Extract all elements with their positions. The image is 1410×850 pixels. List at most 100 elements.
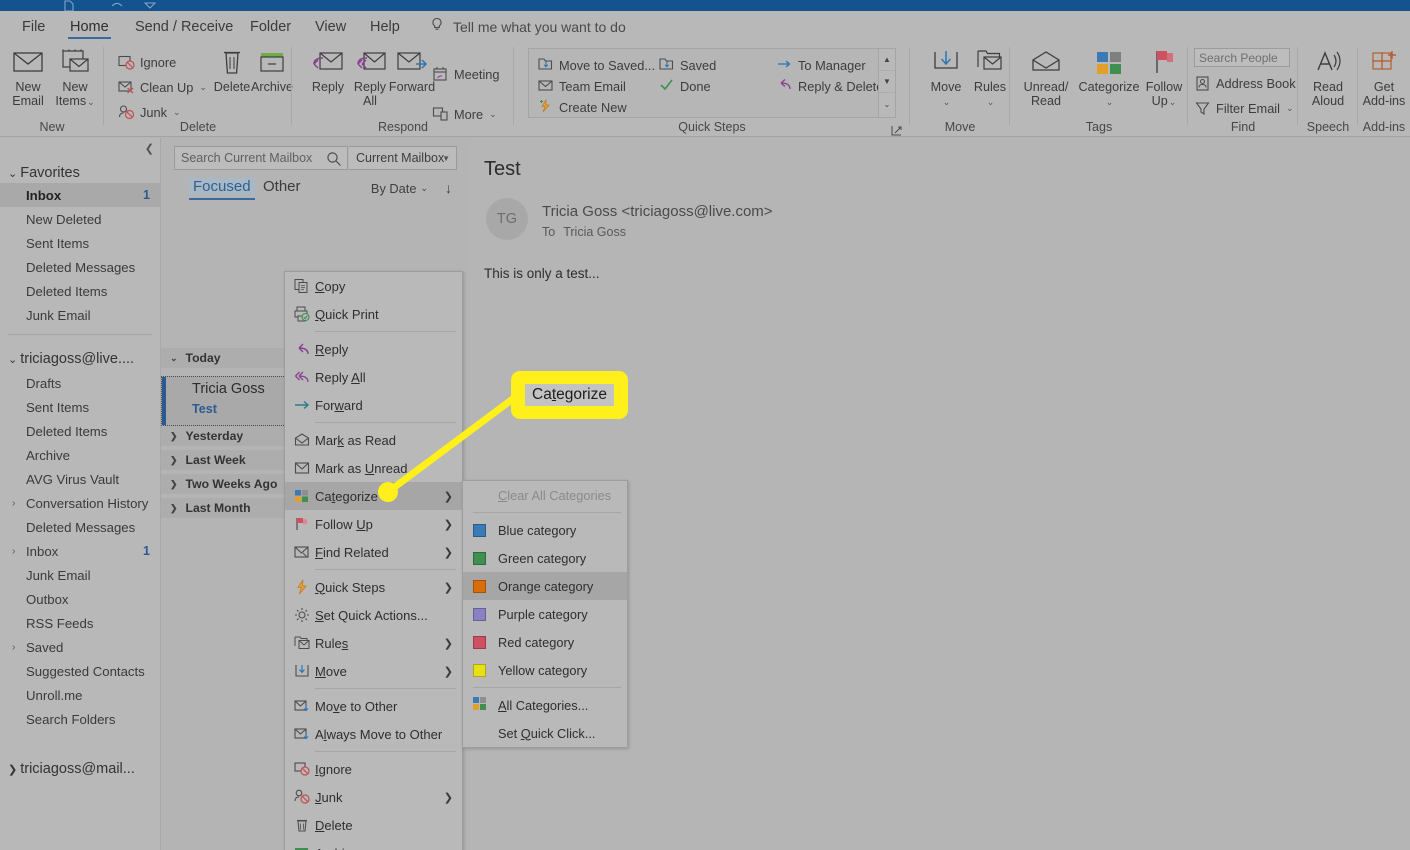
sort-direction-icon[interactable]: ↓ — [445, 180, 452, 196]
qs-to-manager[interactable]: To Manager — [777, 57, 866, 74]
menu-item-mark-as-unread[interactable]: Mark as Unread — [285, 454, 462, 482]
clean-up-button[interactable]: Clean Up ⌄ — [118, 77, 207, 97]
address-book-button[interactable]: Address Book — [1194, 73, 1296, 93]
sidebar-item-rss-feeds[interactable]: RSS Feeds — [0, 611, 160, 635]
search-people-input[interactable]: Search People — [1194, 48, 1290, 67]
get-addins-button[interactable]: Get Add-ins — [1356, 46, 1410, 108]
chevron-right-icon[interactable]: ❯ — [170, 431, 178, 442]
menu-item-forward[interactable]: Forward — [285, 391, 462, 419]
menu-item-rules[interactable]: Rules ❯ — [285, 629, 462, 657]
sidebar-item-unroll-me[interactable]: Unroll.me — [0, 683, 160, 707]
tab-help[interactable]: Help — [360, 11, 410, 42]
account2-header[interactable]: ❯ triciagoss@mail... — [8, 761, 135, 777]
qs-team-email[interactable]: Team Email — [538, 78, 626, 95]
tab-send-receive[interactable]: Send / Receive — [125, 11, 243, 42]
scroll-more-icon[interactable]: ⌄ — [879, 93, 895, 115]
collapse-pane-icon[interactable]: ❮ — [145, 142, 154, 155]
categorize-ribbon-button[interactable]: Categorize ⌄ — [1076, 46, 1142, 109]
sidebar-item-sent-items[interactable]: Sent Items — [0, 395, 160, 419]
chevron-right-icon[interactable]: › — [12, 546, 15, 557]
sidebar-item-saved[interactable]: › Saved — [0, 635, 160, 659]
menu-item-follow-up[interactable]: Follow Up ❯ — [285, 510, 462, 538]
sidebar-item-avg-virus-vault[interactable]: AVG Virus Vault — [0, 467, 160, 491]
sidebar-item-deleted-messages[interactable]: Deleted Messages — [0, 515, 160, 539]
scroll-up-icon[interactable]: ▲ — [879, 49, 895, 71]
submenu-item-purple-category[interactable]: Purple category — [463, 600, 627, 628]
ignore-button[interactable]: Ignore — [118, 52, 176, 72]
quick-steps-scrollbar[interactable]: ▲ ▼ ⌄ — [878, 49, 895, 117]
menu-item-set-quick-actions[interactable]: Set Quick Actions... — [285, 601, 462, 629]
sidebar-item-inbox-fav[interactable]: Inbox 1 — [0, 183, 160, 207]
menu-item-quick-steps[interactable]: Quick Steps ❯ — [285, 573, 462, 601]
search-icon[interactable] — [326, 151, 342, 170]
submenu-item-red-category[interactable]: Red category — [463, 628, 627, 656]
search-scope-dropdown[interactable]: Current Mailbox ▼ — [349, 146, 457, 170]
qs-saved[interactable]: Saved — [659, 57, 716, 74]
menu-item-move-to-other[interactable]: Move to Other — [285, 692, 462, 720]
sidebar-item-junk-email[interactable]: Junk Email — [0, 563, 160, 587]
sidebar-item-deleted-messages-fav[interactable]: Deleted Messages — [0, 255, 160, 279]
qat-save-icon[interactable] — [62, 0, 76, 11]
menu-item-copy[interactable]: Copy — [285, 272, 462, 300]
sidebar-item-drafts[interactable]: Drafts — [0, 371, 160, 395]
sort-by-dropdown[interactable]: By Date ⌄ — [371, 181, 428, 196]
tab-folder[interactable]: Folder — [240, 11, 301, 42]
menu-item-mark-as-read[interactable]: Mark as Read — [285, 426, 462, 454]
sidebar-item-deleted-items[interactable]: Deleted Items — [0, 419, 160, 443]
sidebar-item-conversation-history[interactable]: › Conversation History — [0, 491, 160, 515]
tab-view[interactable]: View — [305, 11, 356, 42]
sidebar-item-deleted-items-fav[interactable]: Deleted Items — [0, 279, 160, 303]
sidebar-item-inbox[interactable]: › Inbox 1 — [0, 539, 160, 563]
junk-button[interactable]: Junk ⌄ — [118, 102, 181, 122]
menu-item-categorize[interactable]: Categorize ❯ — [285, 482, 462, 510]
submenu-item-green-category[interactable]: Green category — [463, 544, 627, 572]
chevron-right-icon[interactable]: › — [12, 498, 15, 509]
tab-home[interactable]: Home — [60, 11, 119, 42]
menu-item-always-move-to-other[interactable]: Always Move to Other — [285, 720, 462, 748]
read-aloud-button[interactable]: Read Aloud — [1300, 46, 1356, 108]
menu-item-find-related[interactable]: Find Related ❯ — [285, 538, 462, 566]
account1-header[interactable]: ⌄ triciagoss@live.... — [8, 351, 134, 367]
sidebar-item-new-deleted[interactable]: New Deleted — [0, 207, 160, 231]
sidebar-item-outbox[interactable]: Outbox — [0, 587, 160, 611]
menu-item-reply-all[interactable]: Reply All — [285, 363, 462, 391]
menu-item-ignore[interactable]: Ignore — [285, 755, 462, 783]
qs-move-to-saved[interactable]: Move to Saved... — [538, 57, 655, 74]
qat-undo-icon[interactable] — [110, 0, 124, 11]
chevron-right-icon[interactable]: ❯ — [170, 479, 178, 490]
chevron-right-icon[interactable]: ❯ — [170, 503, 178, 514]
menu-item-junk[interactable]: Junk ❯ — [285, 783, 462, 811]
scroll-down-icon[interactable]: ▼ — [879, 71, 895, 93]
qs-done[interactable]: Done — [659, 78, 711, 95]
tab-focused[interactable]: Focused — [189, 178, 255, 200]
favorites-header[interactable]: ⌄ Favorites — [8, 165, 80, 181]
submenu-item-all-categories[interactable]: All Categories... — [463, 691, 627, 719]
sidebar-item-search-folders[interactable]: Search Folders — [0, 707, 160, 731]
menu-item-archive[interactable]: Archive... — [285, 839, 462, 850]
new-items-button[interactable]: New Items⌄ — [47, 46, 103, 109]
submenu-item-orange-category[interactable]: Orange category — [463, 572, 627, 600]
qs-create-new[interactable]: Create New — [538, 98, 627, 116]
submenu-item-clear-all-categories[interactable]: Clear All Categories — [463, 481, 627, 509]
sidebar-item-archive[interactable]: Archive — [0, 443, 160, 467]
sidebar-item-junk-email-fav[interactable]: Junk Email — [0, 303, 160, 327]
menu-item-quick-print[interactable]: Quick Print — [285, 300, 462, 328]
meeting-button[interactable]: Meeting — [432, 64, 500, 84]
tell-me-box[interactable]: Tell me what you want to do — [430, 11, 626, 42]
sidebar-item-sent-items-fav[interactable]: Sent Items — [0, 231, 160, 255]
menu-item-reply[interactable]: Reply — [285, 335, 462, 363]
submenu-item-blue-category[interactable]: Blue category — [463, 516, 627, 544]
menu-item-move[interactable]: Move ❯ — [285, 657, 462, 685]
sidebar-item-suggested-contacts[interactable]: Suggested Contacts — [0, 659, 160, 683]
filter-email-button[interactable]: Filter Email ⌄ — [1194, 98, 1294, 118]
follow-up-button[interactable]: Follow Up⌄ — [1140, 46, 1188, 109]
menu-item-delete[interactable]: Delete — [285, 811, 462, 839]
qat-sendreceive-icon[interactable] — [143, 0, 157, 11]
search-input[interactable]: Search Current Mailbox — [174, 146, 348, 170]
chevron-right-icon[interactable]: › — [12, 642, 15, 653]
qs-reply-delete[interactable]: Reply & Delete — [777, 78, 883, 95]
chevron-down-icon[interactable]: ⌄ — [170, 353, 178, 364]
tab-other[interactable]: Other — [263, 178, 301, 195]
quick-steps-dialog-launcher[interactable] — [891, 123, 902, 136]
submenu-item-yellow-category[interactable]: Yellow category — [463, 656, 627, 684]
